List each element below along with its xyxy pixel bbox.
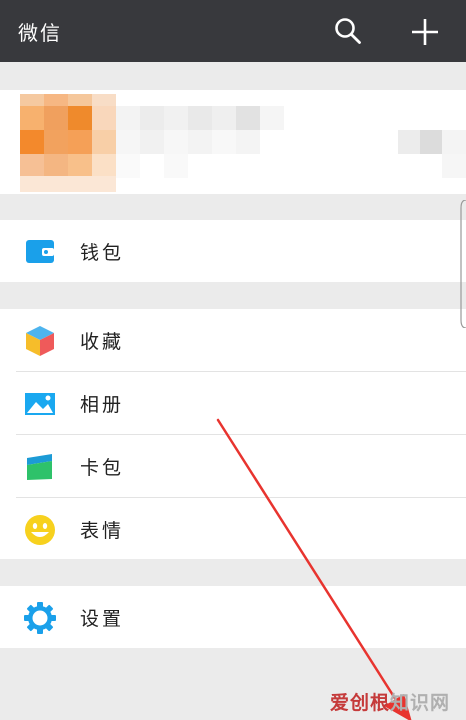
content-section: 收藏 相册 卡包 表情 xyxy=(0,309,466,559)
menu-item-cards[interactable]: 卡包 xyxy=(0,435,466,497)
menu-label-stickers: 表情 xyxy=(80,520,125,542)
wallet-section: 钱包 xyxy=(0,220,466,282)
cube-icon xyxy=(26,326,54,356)
plus-icon[interactable] xyxy=(410,17,440,47)
menu-label-favorites: 收藏 xyxy=(80,331,125,353)
menu-label-wallet: 钱包 xyxy=(80,242,125,264)
watermark-site: 知识网 xyxy=(390,692,451,714)
profile-card[interactable] xyxy=(0,90,466,194)
image-icon xyxy=(25,393,55,415)
gear-icon xyxy=(24,602,56,634)
watermark-brand: 爱创根 xyxy=(330,692,391,714)
app-title: 微信 xyxy=(18,21,62,45)
settings-section: 设置 xyxy=(0,586,466,648)
menu-item-wallet[interactable]: 钱包 xyxy=(0,220,466,282)
menu-label-cards: 卡包 xyxy=(80,457,125,479)
wallet-icon xyxy=(26,240,54,263)
menu-item-settings[interactable]: 设置 xyxy=(0,586,466,648)
menu-item-favorites[interactable]: 收藏 xyxy=(0,309,466,371)
scroll-indicator xyxy=(460,200,466,328)
blurred-profile-mosaic xyxy=(20,94,466,192)
menu-item-album[interactable]: 相册 xyxy=(0,372,466,434)
menu-label-album: 相册 xyxy=(80,394,125,416)
smiley-icon xyxy=(25,515,55,545)
top-bar: 微信 xyxy=(0,0,466,62)
menu-label-settings: 设置 xyxy=(80,608,125,630)
watermark: 爱创根知识网 xyxy=(330,688,450,715)
menu-item-stickers[interactable]: 表情 xyxy=(0,498,466,560)
card-icon xyxy=(27,454,52,480)
search-icon[interactable] xyxy=(334,17,362,45)
